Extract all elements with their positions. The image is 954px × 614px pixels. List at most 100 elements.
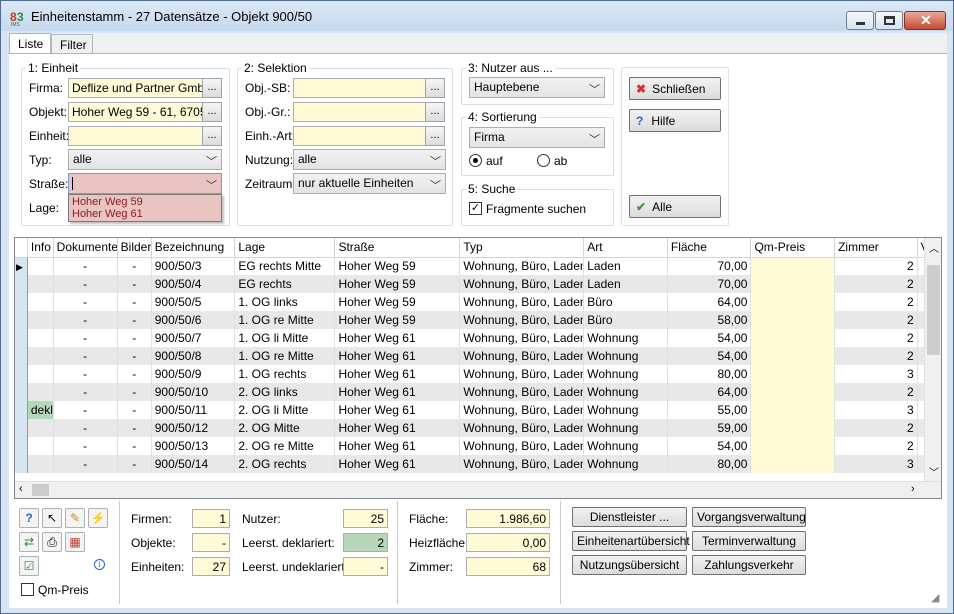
vertical-scrollbar[interactable]: ︿ ﹀ xyxy=(924,238,941,481)
row-selector[interactable] xyxy=(15,437,28,455)
table-row[interactable]: - -900/50/10 2. OG links Hoher Weg 61 Wohnun… xyxy=(15,383,941,401)
column-header[interactable]: Qm-Preis xyxy=(750,238,836,258)
row-selector[interactable]: ▶ xyxy=(15,257,28,275)
terminverwaltung-button[interactable]: Terminverwaltung xyxy=(692,531,806,551)
zahlungsverkehr-button[interactable]: Zahlungsverkehr xyxy=(692,555,806,575)
sort-ab-radio[interactable] xyxy=(537,154,550,167)
einheitenartuebersicht-button[interactable]: Einheitenartübersicht xyxy=(572,531,690,551)
row-selector[interactable] xyxy=(15,293,28,311)
sort-auf-radio[interactable] xyxy=(469,154,482,167)
scroll-right-icon[interactable]: › xyxy=(911,483,915,495)
table-row[interactable]: - -900/50/12 2. OG Mitte Hoher Weg 61 Wohnun… xyxy=(15,419,941,437)
table-cell: - xyxy=(117,293,152,311)
alle-button[interactable]: ✔ Alle xyxy=(629,195,721,218)
einheit-lookup-button[interactable]: ... xyxy=(202,126,222,146)
scroll-thumb[interactable] xyxy=(927,265,940,355)
nutzung-select[interactable]: alle ﹀ xyxy=(293,149,446,170)
dropdown-option[interactable]: Hoher Weg 61 xyxy=(69,208,221,221)
row-selector[interactable] xyxy=(15,311,28,329)
table-row[interactable]: - -900/50/5 1. OG links Hoher Weg 59 Wohnung… xyxy=(15,293,941,311)
pointer-icon[interactable]: ↖ xyxy=(42,508,62,528)
column-header[interactable]: Info xyxy=(27,238,54,258)
dienstleister-button[interactable]: Dienstleister ... xyxy=(572,507,687,527)
objgr-field[interactable] xyxy=(293,102,426,122)
maximize-button[interactable] xyxy=(875,11,903,30)
table-row[interactable]: - -900/50/6 1. OG re Mitte Hoher Weg 59 Wohn… xyxy=(15,311,941,329)
row-selector[interactable] xyxy=(15,401,28,419)
column-header[interactable]: Art xyxy=(583,238,668,258)
strasse-select[interactable]: ﹀ xyxy=(68,173,222,194)
table-cell: 900/50/4 xyxy=(151,275,236,293)
close-button[interactable]: ✕ xyxy=(904,11,946,30)
qm-preis-checkbox[interactable] xyxy=(21,583,34,596)
fragmente-checkbox[interactable]: ✓ xyxy=(469,202,482,215)
print-icon[interactable]: ⎙ xyxy=(42,532,62,552)
layout-icon[interactable]: ▦ xyxy=(65,532,85,552)
scroll-hthumb[interactable] xyxy=(32,484,49,496)
horizontal-scrollbar[interactable]: ‹ › xyxy=(15,481,941,498)
table-cell xyxy=(27,329,54,347)
column-header[interactable]: Straße xyxy=(334,238,461,258)
tab-liste[interactable]: Liste xyxy=(9,33,51,54)
table-row[interactable]: - -900/50/14 2. OG rechts Hoher Weg 61 Wohnu… xyxy=(15,455,941,473)
table-row[interactable]: - -900/50/7 1. OG li Mitte Hoher Weg 61 Wohn… xyxy=(15,329,941,347)
einheit-field[interactable] xyxy=(68,126,203,146)
einheiten-label: Einheiten: xyxy=(131,560,185,574)
column-header[interactable]: Lage xyxy=(234,238,336,258)
objsb-lookup-button[interactable]: ... xyxy=(425,78,445,98)
pencil-icon[interactable]: ✎ xyxy=(65,508,85,528)
zeitraum-select[interactable]: nur aktuelle Einheiten ﹀ xyxy=(293,173,446,194)
table-row[interactable]: dekl - -900/50/11 2. OG li Mitte Hoher Weg 6… xyxy=(15,401,941,419)
column-header[interactable]: Fläche xyxy=(667,238,752,258)
table-cell xyxy=(27,275,54,293)
nutzungsuebersicht-button[interactable]: Nutzungsübersicht xyxy=(572,555,687,575)
scroll-up-icon[interactable]: ︿ xyxy=(929,240,939,255)
table-row[interactable]: - -900/50/13 2. OG re Mitte Hoher Weg 61 Woh… xyxy=(15,437,941,455)
firma-field[interactable]: Deflize und Partner GmbH xyxy=(68,78,203,98)
lightning-icon[interactable]: ⚡ xyxy=(88,508,108,528)
row-selector[interactable] xyxy=(15,329,28,347)
column-header[interactable]: Bilder xyxy=(117,238,152,258)
objgr-label: Obj.-Gr.: xyxy=(245,105,291,119)
scroll-left-icon[interactable]: ‹ xyxy=(19,483,23,495)
table-row[interactable]: - -900/50/4 EG rechts Hoher Weg 59 Wohnung, … xyxy=(15,275,941,293)
einhart-field[interactable] xyxy=(293,126,426,146)
row-selector[interactable] xyxy=(15,419,28,437)
row-selector[interactable] xyxy=(15,275,28,293)
sortierung-select[interactable]: Firma ﹀ xyxy=(469,127,605,148)
typ-select[interactable]: alle ﹀ xyxy=(68,149,222,170)
objekt-lookup-button[interactable]: ... xyxy=(202,102,222,122)
column-header[interactable]: Bezeichnung xyxy=(151,238,236,258)
minimize-button[interactable] xyxy=(846,11,874,30)
row-selector[interactable] xyxy=(15,455,28,473)
schliessen-button[interactable]: ✖ Schließen xyxy=(629,77,721,100)
refresh-icon[interactable]: ⇄ xyxy=(19,532,39,552)
table-row[interactable]: - -900/50/8 1. OG re Mitte Hoher Weg 61 Wohn… xyxy=(15,347,941,365)
tab-filter[interactable]: Filter xyxy=(51,34,93,53)
objekt-label: Objekt: xyxy=(29,105,68,119)
vorgangsverwaltung-button[interactable]: Vorgangsverwaltung xyxy=(692,507,806,527)
row-selector[interactable] xyxy=(15,347,28,365)
column-header[interactable]: Typ xyxy=(459,238,585,258)
hilfe-button[interactable]: ? Hilfe xyxy=(629,109,721,132)
row-selector[interactable] xyxy=(15,365,28,383)
table-cell xyxy=(750,293,836,311)
firma-lookup-button[interactable]: ... xyxy=(202,78,222,98)
table-row[interactable]: - -900/50/9 1. OG rechts Hoher Weg 61 Wohnun… xyxy=(15,365,941,383)
objgr-lookup-button[interactable]: ... xyxy=(425,102,445,122)
table-row[interactable]: ▶ - -900/50/3 EG rechts Mitte Hoher Weg 59 Wo… xyxy=(15,257,941,275)
row-selector[interactable] xyxy=(15,383,28,401)
nutzer-legend: 3: Nutzer aus ... xyxy=(468,61,553,75)
objekt-field[interactable]: Hoher Weg 59 - 61, 67059 xyxy=(68,102,203,122)
einhart-lookup-button[interactable]: ... xyxy=(425,126,445,146)
resize-grip-icon[interactable]: ◢ xyxy=(931,591,939,604)
dropdown-option[interactable]: Hoher Weg 59 xyxy=(69,195,221,208)
nutzer-select[interactable]: Hauptebene ﹀ xyxy=(469,77,605,98)
objsb-field[interactable] xyxy=(293,78,426,98)
column-header[interactable]: Dokumente xyxy=(53,238,118,258)
scroll-down-icon[interactable]: ﹀ xyxy=(929,464,939,479)
column-header[interactable]: Zimmer xyxy=(834,238,918,258)
info-icon[interactable]: i xyxy=(94,559,105,570)
checklist-icon[interactable]: ☑ xyxy=(19,556,39,576)
help-icon[interactable]: ? xyxy=(19,508,39,528)
